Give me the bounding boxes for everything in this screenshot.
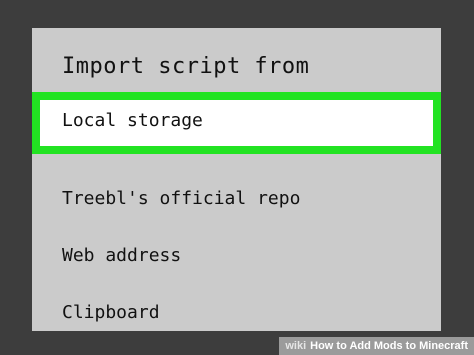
watermark-text: How to Add Mods to Minecraft bbox=[310, 340, 468, 352]
import-script-dialog: Import script from Local storage Treebl'… bbox=[32, 28, 441, 331]
watermark-brand: wiki bbox=[285, 340, 307, 352]
wikihow-watermark: wiki How to Add Mods to Minecraft bbox=[279, 337, 474, 355]
dialog-title: Import script from bbox=[62, 54, 310, 79]
option-label: Web address bbox=[62, 245, 182, 266]
option-label: Treebl's official repo bbox=[62, 188, 301, 209]
option-web-address[interactable]: Web address bbox=[32, 235, 441, 279]
option-official-repo[interactable]: Treebl's official repo bbox=[32, 178, 441, 222]
option-clipboard[interactable]: Clipboard bbox=[32, 292, 441, 336]
option-label: Clipboard bbox=[62, 302, 160, 323]
option-label: Local storage bbox=[62, 110, 203, 131]
option-local-storage[interactable]: Local storage bbox=[32, 92, 441, 154]
